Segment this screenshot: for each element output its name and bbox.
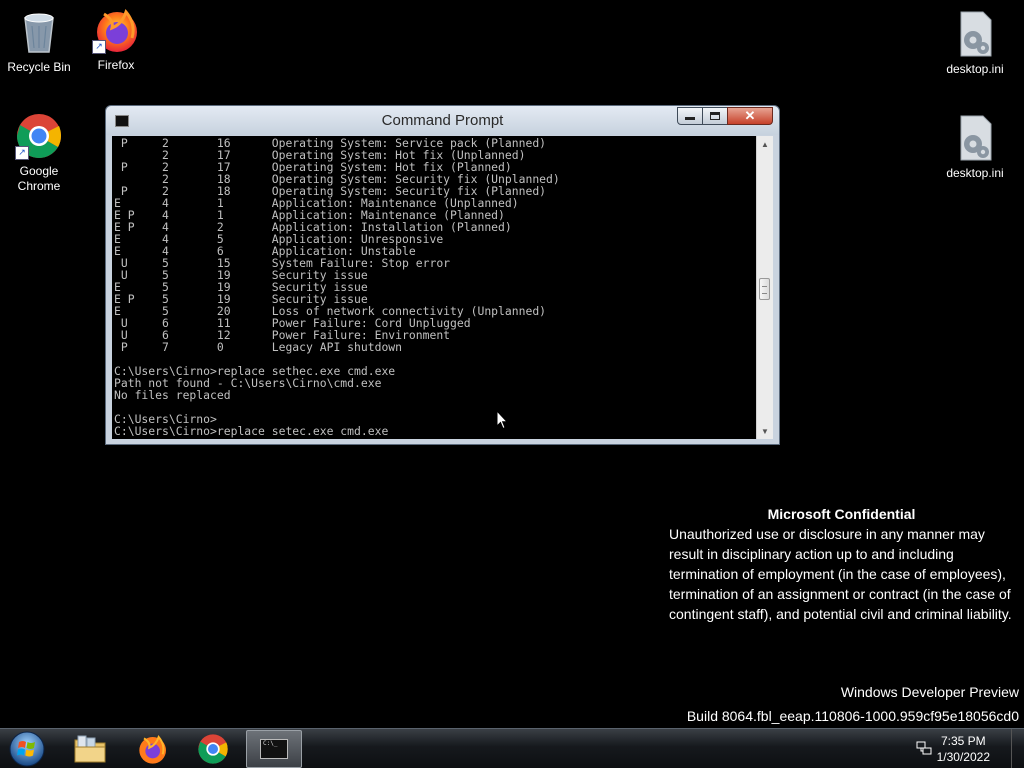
taskbar-firefox[interactable] bbox=[124, 730, 180, 768]
ini-file-icon bbox=[951, 10, 999, 58]
minimize-icon bbox=[685, 117, 695, 120]
close-icon: ✕ bbox=[744, 108, 756, 123]
command-prompt-window[interactable]: Command Prompt ✕ P 2 16 Operating System… bbox=[105, 105, 780, 445]
clock-date: 1/30/2022 bbox=[936, 750, 990, 764]
scroll-down-icon[interactable]: ▼ bbox=[757, 423, 773, 439]
desktop-icon-label: desktop.ini bbox=[946, 166, 1004, 180]
system-clock[interactable]: 7:35 PM 1/30/2022 bbox=[937, 733, 990, 765]
desktop-icon-firefox[interactable]: ↗ Firefox bbox=[78, 6, 154, 73]
console-text: P 2 16 Operating System: Service pack (P… bbox=[114, 136, 560, 438]
build-text: Build 8064.fbl_eeap.110806-1000.959cf95e… bbox=[686, 708, 1019, 724]
confidential-notice: Microsoft Confidential Unauthorized use … bbox=[669, 504, 1014, 624]
title-bar[interactable]: Command Prompt ✕ bbox=[106, 106, 779, 135]
confidential-body: Unauthorized use or disclosure in any ma… bbox=[669, 526, 1012, 622]
confidential-heading: Microsoft Confidential bbox=[767, 506, 916, 522]
chrome-icon: ↗ bbox=[15, 112, 63, 160]
taskbar-command-prompt[interactable]: C:\_ bbox=[246, 730, 302, 768]
maximize-icon bbox=[710, 112, 720, 120]
command-prompt-icon: C:\_ bbox=[260, 739, 288, 759]
desktop-icon-google-chrome[interactable]: ↗ Google Chrome bbox=[1, 112, 77, 194]
chrome-icon bbox=[198, 734, 228, 764]
close-button[interactable]: ✕ bbox=[727, 107, 773, 125]
desktop-icon-desktop-ini-2[interactable]: desktop.ini bbox=[937, 114, 1013, 181]
firefox-icon: ↗ bbox=[92, 6, 140, 54]
taskbar-chrome[interactable] bbox=[185, 730, 241, 768]
scroll-thumb[interactable] bbox=[759, 278, 770, 300]
desktop-icon-label: Recycle Bin bbox=[7, 60, 71, 74]
edition-text: Windows Developer Preview bbox=[840, 684, 1019, 700]
recycle-bin-icon bbox=[15, 8, 63, 56]
desktop-icon-label: Google Chrome bbox=[17, 164, 61, 193]
desktop-icon-label: Firefox bbox=[97, 58, 135, 72]
desktop-icon-desktop-ini-1[interactable]: desktop.ini bbox=[937, 10, 1013, 77]
clock-time: 7:35 PM bbox=[940, 734, 986, 748]
show-desktop-button[interactable] bbox=[1011, 729, 1024, 768]
console-output[interactable]: P 2 16 Operating System: Service pack (P… bbox=[112, 136, 761, 439]
firefox-icon bbox=[139, 734, 166, 764]
ini-file-icon bbox=[951, 114, 999, 162]
taskbar-file-explorer[interactable] bbox=[62, 730, 118, 768]
mouse-cursor-icon bbox=[496, 409, 509, 435]
scroll-up-icon[interactable]: ▲ bbox=[757, 136, 773, 152]
taskbar: C:\_ 7:35 PM 1/30/2022 bbox=[0, 728, 1024, 768]
maximize-button[interactable] bbox=[702, 107, 728, 125]
vertical-scrollbar[interactable]: ▲ ▼ bbox=[756, 136, 773, 439]
desktop-icon-label: desktop.ini bbox=[946, 62, 1004, 76]
file-explorer-icon bbox=[74, 735, 106, 763]
start-orb-icon bbox=[9, 731, 45, 767]
network-icon[interactable] bbox=[916, 740, 932, 761]
minimize-button[interactable] bbox=[677, 107, 703, 125]
start-button[interactable] bbox=[0, 730, 54, 768]
shortcut-arrow-icon: ↗ bbox=[15, 146, 29, 160]
desktop-icon-recycle-bin[interactable]: Recycle Bin bbox=[1, 8, 77, 75]
shortcut-arrow-icon: ↗ bbox=[92, 40, 106, 54]
